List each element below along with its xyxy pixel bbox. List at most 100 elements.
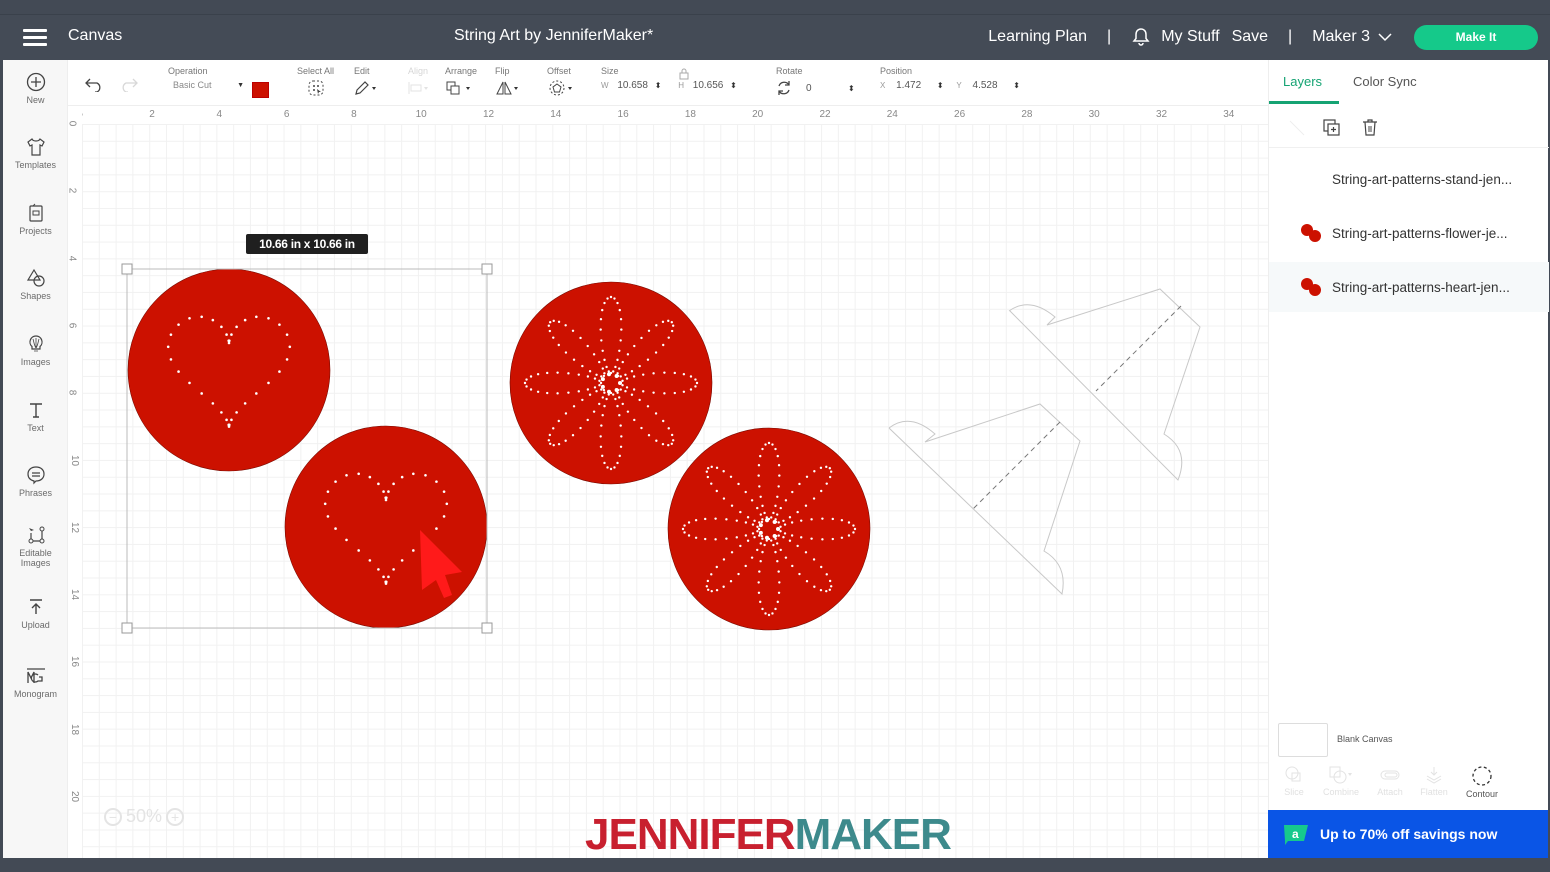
- sidebar-item-templates[interactable]: Templates: [3, 137, 68, 170]
- separator: |: [1107, 28, 1112, 45]
- hamburger-menu-icon[interactable]: [23, 29, 47, 47]
- pin-hole: [812, 558, 816, 561]
- pin-hole: [618, 367, 621, 370]
- layer-item-flower[interactable]: String-art-patterns-flower-je...: [1269, 208, 1549, 258]
- contour-button[interactable]: Contour: [1457, 765, 1507, 799]
- sidebar-item-label: Shapes: [20, 291, 51, 301]
- pin-hole: [382, 575, 385, 579]
- zoom-in-icon[interactable]: +: [166, 807, 185, 826]
- undo-icon[interactable]: [84, 76, 104, 92]
- learning-plan-link[interactable]: Learning Plan: [988, 28, 1087, 46]
- pin-hole: [715, 565, 718, 569]
- sidebar-item-editable-images[interactable]: Editable Images: [3, 525, 68, 568]
- pin-hole: [812, 497, 816, 500]
- chevron-down-icon[interactable]: [1378, 32, 1392, 42]
- pin-hole: [552, 443, 555, 447]
- sidebar-item-label: Projects: [19, 226, 52, 236]
- pin-hole: [614, 397, 617, 401]
- rotate-input[interactable]: 0: [806, 83, 844, 94]
- trash-icon[interactable]: [1360, 118, 1380, 138]
- edit-group[interactable]: Edit: [354, 66, 378, 98]
- pin-hole: [753, 536, 756, 539]
- sidebar-item-monogram[interactable]: Monogram: [3, 666, 68, 699]
- watermark-part1: JENNIFER: [585, 810, 796, 859]
- arrange-label: Arrange: [445, 66, 478, 76]
- pin-hole: [382, 490, 385, 493]
- machine-selector[interactable]: Maker 3: [1312, 28, 1370, 46]
- y-input[interactable]: 4.528: [973, 80, 1007, 91]
- pin-hole: [654, 412, 658, 415]
- layer-item-heart[interactable]: String-art-patterns-heart-jen...: [1269, 262, 1549, 312]
- operation-select[interactable]: Basic Cut ▼: [168, 80, 244, 90]
- pin-hole: [796, 510, 799, 514]
- sidebar-item-images[interactable]: Images: [3, 334, 68, 367]
- size-label: Size: [601, 66, 619, 76]
- my-stuff-link[interactable]: My Stuff: [1161, 28, 1219, 46]
- operation-color-swatch[interactable]: [252, 82, 269, 98]
- height-stepper-icon[interactable]: ⬍: [730, 81, 737, 90]
- duplicate-icon[interactable]: [1322, 118, 1342, 138]
- sidebar-item-new[interactable]: New: [3, 72, 68, 105]
- pin-hole: [777, 591, 781, 594]
- pin-hole: [774, 607, 777, 611]
- red-circle: [667, 427, 871, 631]
- ruler-vertical: 0 2 4 6 8 10 12 14 16 18 20: [66, 106, 82, 858]
- ruler-tick: 6: [66, 322, 78, 329]
- pin-hole: [572, 405, 576, 408]
- promo-banner[interactable]: a Up to 70% off savings now: [1268, 810, 1548, 858]
- combine-button[interactable]: Combine: [1315, 765, 1367, 797]
- y-stepper-icon[interactable]: ⬍: [1013, 81, 1020, 90]
- rotate-stepper-icon[interactable]: ⬍: [848, 84, 855, 93]
- zoom-out-icon[interactable]: −: [104, 807, 122, 826]
- sidebar-item-phrases[interactable]: Phrases: [3, 465, 68, 498]
- ruler-tick: 6: [283, 109, 290, 120]
- resize-handle[interactable]: [121, 263, 133, 275]
- layer-thumbnail: [1299, 272, 1329, 302]
- pin-hole: [598, 402, 601, 406]
- flip-group[interactable]: Flip: [495, 66, 521, 98]
- sidebar-item-projects[interactable]: Projects: [3, 203, 68, 236]
- section-label: Canvas: [68, 27, 123, 44]
- sidebar-item-text[interactable]: Text: [3, 400, 68, 433]
- x-stepper-icon[interactable]: ⬍: [937, 81, 944, 90]
- tab-layers[interactable]: Layers: [1283, 74, 1322, 89]
- width-stepper-icon[interactable]: ⬍: [655, 81, 662, 90]
- resize-handle[interactable]: [481, 263, 493, 275]
- height-input[interactable]: 10.656: [693, 80, 724, 91]
- pin-hole: [602, 374, 606, 378]
- attach-button[interactable]: Attach: [1365, 765, 1415, 797]
- pin-hole: [756, 548, 759, 552]
- sidebar-item-shapes[interactable]: Shapes: [3, 268, 68, 301]
- pin-hole: [323, 502, 327, 506]
- pin-hole: [778, 581, 781, 584]
- pin-hole: [751, 523, 755, 526]
- resize-handle[interactable]: [481, 622, 493, 634]
- layer-item-stand[interactable]: String-art-patterns-stand-jen...: [1269, 154, 1549, 204]
- bell-icon[interactable]: [1131, 27, 1151, 47]
- sidebar-item-upload[interactable]: Upload: [3, 597, 68, 630]
- width-input[interactable]: 10.658: [617, 80, 648, 91]
- select-all-group[interactable]: Select All: [297, 66, 334, 98]
- pin-hole: [805, 475, 809, 478]
- flatten-button[interactable]: Flatten: [1409, 765, 1459, 797]
- pin-hole: [592, 353, 596, 356]
- ruler-tick: 18: [684, 109, 696, 120]
- resize-handle[interactable]: [121, 622, 133, 634]
- redo-icon[interactable]: [119, 76, 139, 92]
- save-button[interactable]: Save: [1232, 28, 1268, 46]
- make-it-button[interactable]: Make It: [1414, 24, 1538, 50]
- lock-icon[interactable]: [679, 68, 689, 80]
- pin-hole: [777, 485, 780, 488]
- blank-canvas-thumbnail[interactable]: [1278, 723, 1328, 757]
- tab-color-sync[interactable]: Color Sync: [1353, 74, 1417, 89]
- promo-badge-icon: a: [1284, 825, 1308, 845]
- offset-group[interactable]: Offset: [547, 66, 575, 98]
- pin-hole: [756, 530, 759, 533]
- ruler-tick: 32: [1155, 109, 1168, 120]
- align-label: Align: [408, 66, 429, 76]
- arrange-group[interactable]: Arrange: [445, 66, 477, 98]
- active-tab-indicator: [1269, 101, 1339, 104]
- rotate-icon: [778, 81, 790, 95]
- x-input[interactable]: 1.472: [896, 80, 930, 91]
- slice-button[interactable]: Slice: [1269, 765, 1319, 797]
